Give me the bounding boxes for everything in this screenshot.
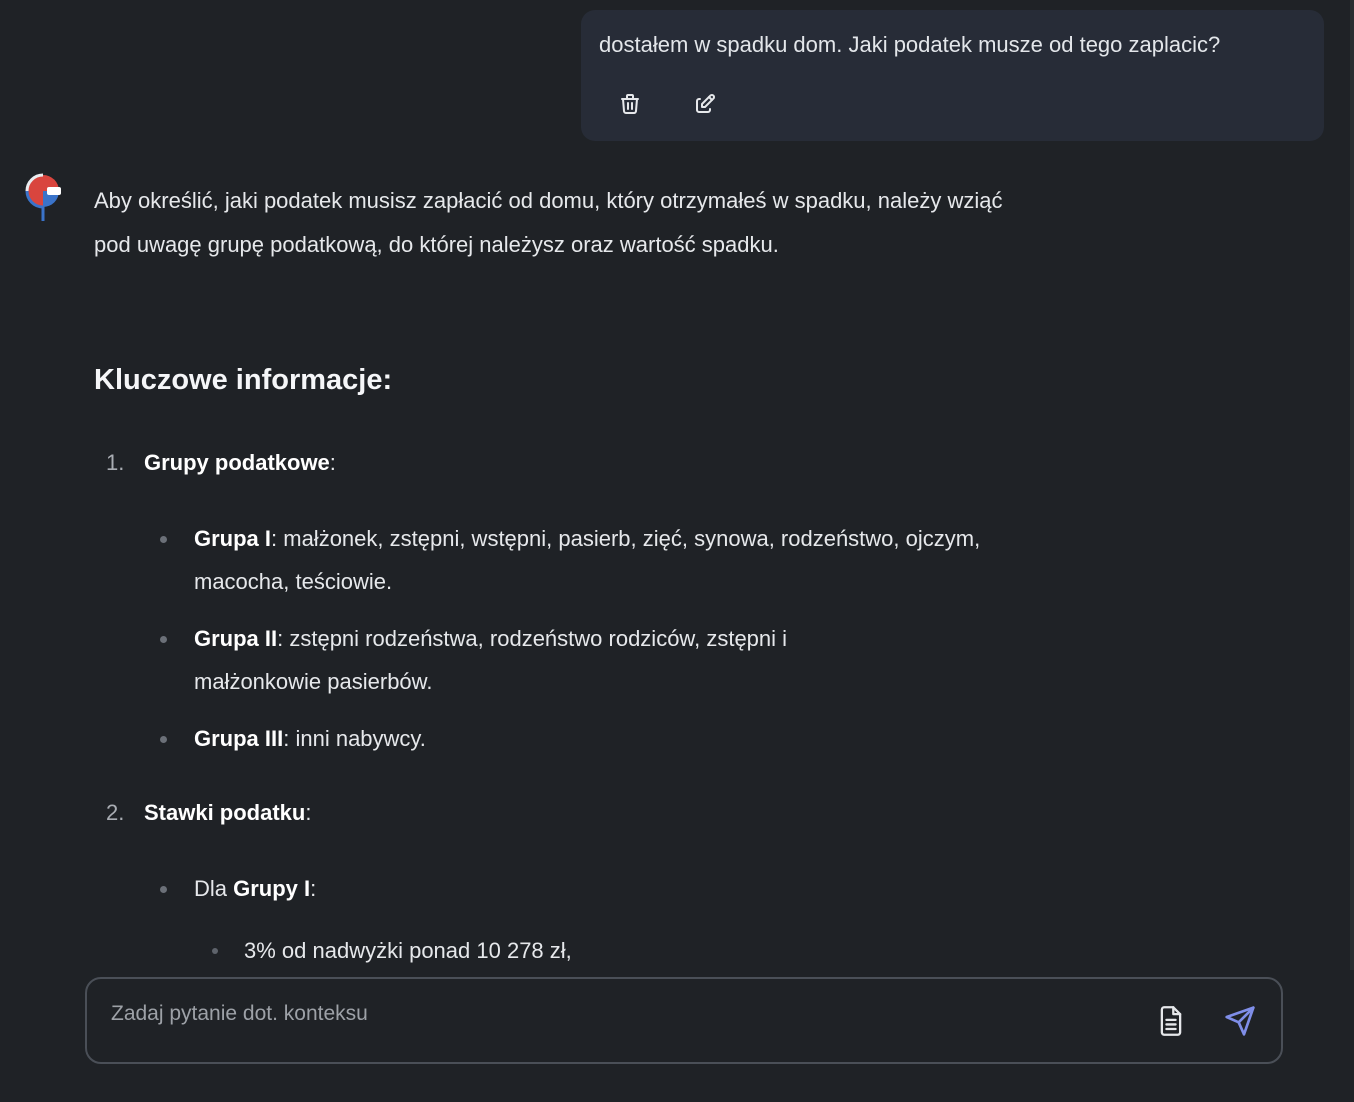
list-number: 2. — [106, 800, 125, 825]
assistant-logo-icon — [25, 173, 61, 221]
send-icon — [1225, 1006, 1255, 1036]
bullet-dot — [160, 886, 167, 893]
bullet-dot — [212, 948, 218, 954]
list-number: 1. — [106, 450, 125, 475]
user-message-text: dostałem w spadku dom. Jaki podatek musz… — [599, 32, 1221, 57]
response-heading: Kluczowe informacje: — [94, 364, 393, 396]
user-message-bubble: dostałem w spadku dom. Jaki podatek musz… — [581, 10, 1324, 141]
document-icon — [1160, 1006, 1182, 1036]
bullet-item: Grupa I: małżonek, zstępni, wstępni, pas… — [160, 517, 1020, 603]
chat-input[interactable] — [111, 997, 1091, 1031]
bullet-dot — [160, 536, 167, 543]
assistant-message: Aby określić, jaki podatek musisz zapłac… — [94, 179, 1014, 267]
edit-message-button[interactable] — [691, 90, 719, 118]
delete-message-button[interactable] — [616, 90, 644, 118]
bullet-item: Grupa III: inni nabywcy. — [160, 717, 1020, 760]
bullet-item: Dla Grupy I: — [160, 867, 1020, 910]
bullet-item: Grupa II: zstępni rodzeństwa, rodzeństwo… — [160, 617, 1020, 703]
chat-input-container — [85, 977, 1283, 1064]
attach-document-button[interactable] — [1154, 1003, 1188, 1039]
edit-icon — [696, 94, 715, 113]
trash-icon — [621, 94, 639, 114]
sub-bullet-item: 3% od nadwyżki ponad 10 278 zł, — [210, 929, 1010, 972]
assistant-intro: Aby określić, jaki podatek musisz zapłac… — [94, 188, 1003, 257]
scrollbar[interactable] — [1350, 0, 1354, 970]
sub-bullet-text: 3% od nadwyżki ponad 10 278 zł, — [244, 938, 572, 963]
bullet-dot — [160, 736, 167, 743]
list-item-title: Grupy podatkowe — [144, 450, 330, 475]
bullet-dot — [160, 636, 167, 643]
list-item-title: Stawki podatku — [144, 800, 306, 825]
send-button[interactable] — [1223, 1003, 1257, 1039]
